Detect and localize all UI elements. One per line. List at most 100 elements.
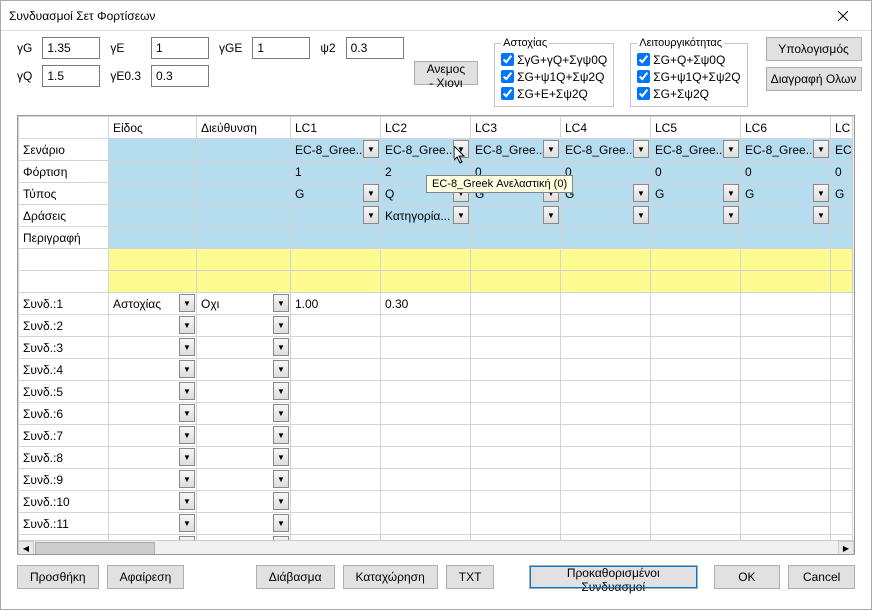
type-lc7[interactable]: G	[831, 183, 853, 205]
scenario-lc1[interactable]: EC-8_Gree...▼	[291, 139, 381, 161]
comb-lc2[interactable]	[381, 315, 471, 337]
dropdown-arrow-icon[interactable]: ▼	[273, 514, 289, 532]
dropdown-arrow-icon[interactable]: ▼	[273, 360, 289, 378]
comb-dir[interactable]: ▼	[197, 381, 291, 403]
comb-lc1[interactable]	[291, 337, 381, 359]
comb-kind[interactable]: ▼	[109, 403, 197, 425]
dropdown-arrow-icon[interactable]: ▼	[179, 470, 195, 488]
dropdown-arrow-icon[interactable]: ▼	[273, 470, 289, 488]
gG-input[interactable]	[42, 37, 100, 59]
gQ-input[interactable]	[42, 65, 100, 87]
scenario-lc5[interactable]: EC-8_Gree...▼	[651, 139, 741, 161]
comb-dir[interactable]: Οχι▼	[197, 293, 291, 315]
col-lc6[interactable]: LC6	[741, 117, 831, 139]
txt-button[interactable]: TXT	[446, 565, 495, 589]
col-lc1[interactable]: LC1	[291, 117, 381, 139]
dropdown-arrow-icon[interactable]: ▼	[273, 426, 289, 444]
col-lc2[interactable]: LC2	[381, 117, 471, 139]
col-kind[interactable]: Είδος	[109, 117, 197, 139]
type-lc1[interactable]: G▼	[291, 183, 381, 205]
comb-kind[interactable]: ▼	[109, 513, 197, 535]
comb-lc2[interactable]	[381, 403, 471, 425]
dropdown-arrow-icon[interactable]: ▼	[273, 404, 289, 422]
delete-all-button[interactable]: Διαγραφή Ολων	[766, 67, 862, 91]
cancel-button[interactable]: Cancel	[788, 565, 855, 589]
comb-lc1[interactable]	[291, 447, 381, 469]
service-chk3[interactable]	[637, 87, 650, 100]
dropdown-arrow-icon[interactable]: ▼	[813, 184, 829, 202]
comb-dir[interactable]: ▼	[197, 337, 291, 359]
dropdown-arrow-icon[interactable]: ▼	[723, 184, 739, 202]
actions-lc2[interactable]: Κατηγορία...▼	[381, 205, 471, 227]
comb-lc2[interactable]	[381, 425, 471, 447]
dropdown-arrow-icon[interactable]: ▼	[543, 206, 559, 224]
horizontal-scrollbar[interactable]: ◀ ▶	[18, 540, 854, 555]
vertical-scrollbar[interactable]	[853, 117, 855, 293]
col-lc3[interactable]: LC3	[471, 117, 561, 139]
actions-lc7[interactable]	[831, 205, 853, 227]
gE-input[interactable]	[151, 37, 209, 59]
close-button[interactable]	[823, 2, 863, 30]
actions-lc5[interactable]: ▼	[651, 205, 741, 227]
comb-dir[interactable]: ▼	[197, 425, 291, 447]
dropdown-arrow-icon[interactable]: ▼	[179, 338, 195, 356]
dropdown-arrow-icon[interactable]: ▼	[179, 514, 195, 532]
comb-lc2[interactable]: 0.30	[381, 293, 471, 315]
comb-dir[interactable]: ▼	[197, 535, 291, 541]
dropdown-arrow-icon[interactable]: ▼	[723, 206, 739, 224]
type-lc6[interactable]: G▼	[741, 183, 831, 205]
dropdown-arrow-icon[interactable]: ▼	[179, 316, 195, 334]
comb-dir[interactable]: ▼	[197, 447, 291, 469]
comb-dir[interactable]: ▼	[197, 513, 291, 535]
comb-lc1[interactable]: 1.00	[291, 293, 381, 315]
dropdown-arrow-icon[interactable]: ▼	[453, 206, 469, 224]
dropdown-arrow-icon[interactable]: ▼	[273, 382, 289, 400]
dropdown-arrow-icon[interactable]: ▼	[273, 338, 289, 356]
failure-chk2[interactable]	[501, 70, 514, 83]
dropdown-arrow-icon[interactable]: ▼	[273, 294, 289, 312]
load-lc6[interactable]: 0	[741, 161, 831, 183]
comb-lc1[interactable]	[291, 469, 381, 491]
dropdown-arrow-icon[interactable]: ▼	[363, 184, 379, 202]
actions-lc3[interactable]: ▼	[471, 205, 561, 227]
dropdown-arrow-icon[interactable]: ▼	[179, 536, 195, 540]
scroll-left-icon[interactable]: ◀	[18, 541, 34, 556]
actions-lc1[interactable]: ▼	[291, 205, 381, 227]
actions-lc4[interactable]: ▼	[561, 205, 651, 227]
remove-button[interactable]: Αφαίρεση	[107, 565, 185, 589]
dropdown-arrow-icon[interactable]: ▼	[179, 404, 195, 422]
comb-kind[interactable]: ▼	[109, 337, 197, 359]
comb-lc2[interactable]	[381, 359, 471, 381]
scenario-lc4[interactable]: EC-8_Gree...▼	[561, 139, 651, 161]
comb-dir[interactable]: ▼	[197, 469, 291, 491]
dropdown-arrow-icon[interactable]: ▼	[633, 140, 649, 158]
dropdown-arrow-icon[interactable]: ▼	[273, 448, 289, 466]
load-lc1[interactable]: 1	[291, 161, 381, 183]
scenario-lc6[interactable]: EC-8_Gree...▼	[741, 139, 831, 161]
comb-lc2[interactable]	[381, 381, 471, 403]
load-lc5[interactable]: 0	[651, 161, 741, 183]
dropdown-arrow-icon[interactable]: ▼	[179, 426, 195, 444]
dropdown-arrow-icon[interactable]: ▼	[179, 382, 195, 400]
dropdown-arrow-icon[interactable]: ▼	[273, 316, 289, 334]
comb-kind[interactable]: ▼	[109, 535, 197, 541]
dropdown-arrow-icon[interactable]: ▼	[179, 294, 195, 312]
wind-snow-button[interactable]: Ανεμος - Χιονι	[414, 61, 479, 85]
dropdown-arrow-icon[interactable]: ▼	[453, 140, 469, 158]
comb-dir[interactable]: ▼	[197, 359, 291, 381]
dropdown-arrow-icon[interactable]: ▼	[543, 140, 559, 158]
dropdown-arrow-icon[interactable]: ▼	[723, 140, 739, 158]
read-button[interactable]: Διάβασμα	[256, 565, 335, 589]
comb-lc1[interactable]	[291, 425, 381, 447]
comb-kind[interactable]: ▼	[109, 381, 197, 403]
failure-chk1[interactable]	[501, 53, 514, 66]
gE03-input[interactable]	[151, 65, 209, 87]
dropdown-arrow-icon[interactable]: ▼	[813, 140, 829, 158]
dropdown-arrow-icon[interactable]: ▼	[179, 492, 195, 510]
comb-lc2[interactable]	[381, 513, 471, 535]
comb-lc2[interactable]	[381, 491, 471, 513]
save-button[interactable]: Καταχώρηση	[343, 565, 438, 589]
col-dir[interactable]: Διεύθυνση	[197, 117, 291, 139]
comb-lc1[interactable]	[291, 381, 381, 403]
failure-chk3[interactable]	[501, 87, 514, 100]
